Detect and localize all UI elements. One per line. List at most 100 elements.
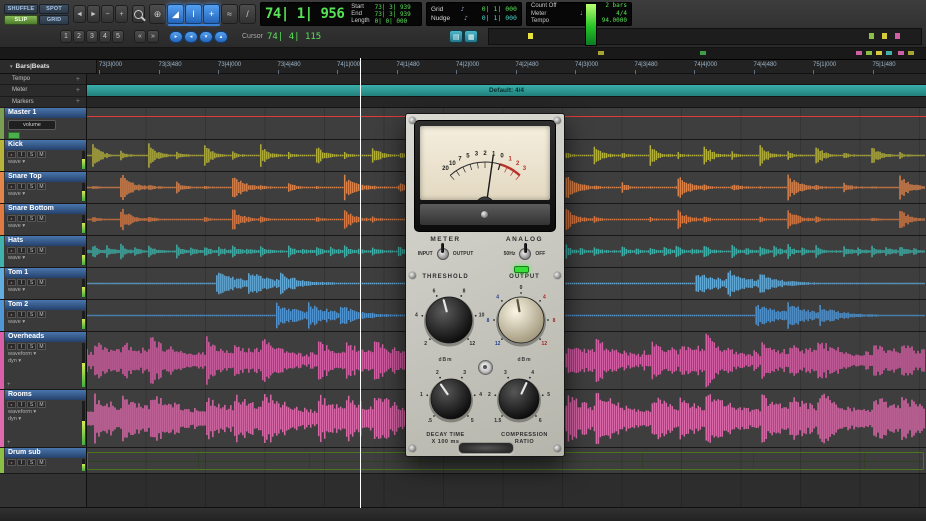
tempo-value[interactable]: 94.0000: [602, 18, 627, 25]
track-name-snare-top[interactable]: Snare Top: [5, 172, 86, 182]
track-view-selector[interactable]: wave ▾: [5, 254, 86, 261]
option-button-1[interactable]: ▤: [449, 30, 463, 43]
input-monitor-button[interactable]: I: [17, 311, 26, 318]
tab-button-4[interactable]: ▴: [214, 31, 228, 43]
dyn-view-selector[interactable]: dyn ▾: [5, 415, 86, 422]
input-monitor-button[interactable]: I: [17, 279, 26, 286]
solo-button[interactable]: S: [27, 247, 36, 254]
input-monitor-button[interactable]: I: [17, 343, 26, 350]
mute-button[interactable]: M: [37, 459, 46, 466]
compression-ratio-knob[interactable]: 1.523456: [488, 368, 550, 430]
solo-button[interactable]: S: [27, 215, 36, 222]
ruler-label-markers[interactable]: Markers+: [0, 97, 86, 108]
ruler-label-tempo[interactable]: Tempo+: [0, 74, 86, 85]
track-view-selector[interactable]: waveform ▾: [5, 408, 86, 415]
track-name-master-1[interactable]: Master 1: [5, 108, 86, 118]
memory-location-2[interactable]: 2: [73, 30, 85, 43]
record-arm-button[interactable]: ●: [7, 215, 16, 222]
mode-grid[interactable]: GRID: [39, 15, 69, 25]
meter-default-event[interactable]: Default: 4/4: [489, 87, 524, 94]
memory-location-4[interactable]: 4: [99, 30, 111, 43]
start-value[interactable]: 73| 3| 939: [375, 4, 411, 11]
add-event-icon[interactable]: +: [76, 98, 80, 105]
solo-button[interactable]: S: [27, 311, 36, 318]
scrubber-tool[interactable]: ≈: [221, 4, 238, 24]
track-name-rooms[interactable]: Rooms: [5, 390, 86, 400]
track-view-selector[interactable]: waveform ▾: [5, 350, 86, 357]
main-counter-value[interactable]: 74| 1| 956: [265, 6, 344, 22]
tab-button-1[interactable]: ▸: [169, 31, 183, 43]
zoom-button-4[interactable]: +: [115, 5, 128, 23]
track-name-hats[interactable]: Hats: [5, 236, 86, 246]
grid-value[interactable]: 0| 1| 000: [482, 6, 517, 13]
record-arm-button[interactable]: ●: [7, 279, 16, 286]
memory-location-3[interactable]: 3: [86, 30, 98, 43]
record-arm-button[interactable]: ●: [7, 311, 16, 318]
tempo-ruler-lane[interactable]: [87, 74, 926, 85]
zoom-button-2[interactable]: ►: [87, 5, 100, 23]
solo-button[interactable]: S: [27, 279, 36, 286]
volume-view-selector[interactable]: volume: [8, 120, 56, 130]
decay-time-knob[interactable]: .512345: [420, 368, 482, 430]
track-view-selector[interactable]: wave ▾: [5, 318, 86, 325]
memory-location-1[interactable]: 1: [60, 30, 72, 43]
universe-overview-strip[interactable]: [0, 48, 926, 60]
locate-button-2[interactable]: »: [147, 30, 159, 43]
locate-button-1[interactable]: «: [134, 30, 146, 43]
record-arm-button[interactable]: ●: [7, 343, 16, 350]
zoomer-button[interactable]: [132, 5, 145, 23]
end-value[interactable]: 73| 3| 939: [375, 11, 411, 18]
add-event-icon[interactable]: +: [76, 76, 80, 83]
record-arm-button[interactable]: ●: [7, 183, 16, 190]
track-name-drum-sub[interactable]: Drum sub: [5, 448, 86, 458]
solo-button[interactable]: S: [27, 183, 36, 190]
mute-button[interactable]: M: [37, 215, 46, 222]
mode-shuffle[interactable]: SHUFFLE: [4, 4, 38, 14]
grabber-tool[interactable]: +: [203, 4, 220, 24]
zoom-button-3[interactable]: −: [101, 5, 114, 23]
zoom-tool[interactable]: ⊕: [149, 4, 166, 24]
mute-button[interactable]: M: [37, 279, 46, 286]
mode-slip[interactable]: SLIP: [4, 15, 38, 25]
tab-button-2[interactable]: ◂: [184, 31, 198, 43]
dyn-view-selector[interactable]: dyn ▾: [5, 357, 86, 364]
bars-beats-ruler-label[interactable]: ▾ Bars|Beats: [0, 60, 97, 73]
nudge-value[interactable]: 0| 1| 000: [482, 15, 517, 22]
record-arm-button[interactable]: ●: [7, 151, 16, 158]
markers-ruler-lane[interactable]: [87, 97, 926, 108]
mute-button[interactable]: M: [37, 247, 46, 254]
add-lane-icon[interactable]: +: [7, 382, 11, 388]
track-name-kick[interactable]: Kick: [5, 140, 86, 150]
mute-button[interactable]: M: [37, 311, 46, 318]
bars-beats-ruler[interactable]: 73|3|00073|3|48073|4|00073|4|48074|1|000…: [97, 60, 926, 73]
record-arm-button[interactable]: ●: [7, 247, 16, 254]
track-view-selector[interactable]: wave ▾: [5, 190, 86, 197]
input-monitor-button[interactable]: I: [17, 183, 26, 190]
ruler-label-meter[interactable]: Meter+: [0, 85, 86, 96]
trim-tool[interactable]: ◢: [167, 4, 184, 24]
track-view-selector[interactable]: wave ▾: [5, 286, 86, 293]
record-arm-button[interactable]: ●: [7, 459, 16, 466]
selector-tool[interactable]: I: [185, 4, 202, 24]
universe-overview-top[interactable]: [488, 28, 922, 45]
mode-spot[interactable]: SPOT: [39, 4, 69, 14]
solo-button[interactable]: S: [27, 151, 36, 158]
mute-button[interactable]: M: [37, 343, 46, 350]
input-monitor-button[interactable]: I: [17, 459, 26, 466]
track-name-snare-bottom[interactable]: Snare Bottom: [5, 204, 86, 214]
option-button-2[interactable]: ▦: [464, 30, 478, 43]
mute-button[interactable]: M: [37, 183, 46, 190]
analog-switch[interactable]: 50Hz OFF: [485, 248, 564, 260]
pencil-tool[interactable]: /: [239, 4, 256, 24]
track-name-tom-1[interactable]: Tom 1: [5, 268, 86, 278]
automation-mode-chip[interactable]: [8, 132, 20, 139]
tab-button-3[interactable]: ▾: [199, 31, 213, 43]
add-event-icon[interactable]: +: [76, 87, 80, 94]
meter-ruler-lane[interactable]: Default: 4/4: [87, 85, 926, 96]
solo-button[interactable]: S: [27, 401, 36, 408]
zoom-button-1[interactable]: ◄: [73, 5, 86, 23]
input-monitor-button[interactable]: I: [17, 215, 26, 222]
add-lane-icon[interactable]: +: [7, 440, 11, 446]
threshold-knob[interactable]: 24681012: [413, 284, 485, 356]
memory-location-5[interactable]: 5: [112, 30, 124, 43]
